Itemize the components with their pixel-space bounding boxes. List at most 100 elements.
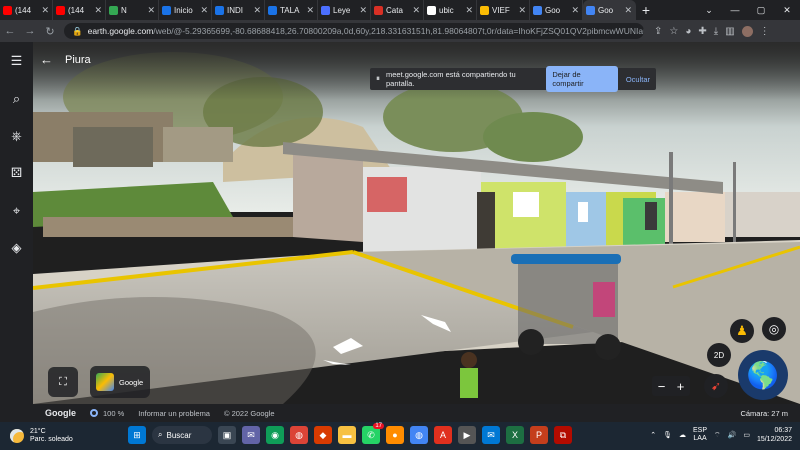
tray-chevron-icon[interactable]: ⌃ (650, 431, 656, 439)
compass-button[interactable]: ➹ (704, 374, 728, 398)
toolbar: ← → ↻ 🔒 earth.google.com /web/@-5.293656… (0, 20, 800, 42)
app-orange-icon[interactable]: ● (386, 426, 404, 444)
drive-icon (480, 5, 489, 15)
browser-tab[interactable]: Cata ✕ (371, 0, 424, 20)
tab-label: Leye (333, 5, 351, 15)
chrome-icon[interactable]: ◍ (290, 426, 308, 444)
view-2d-button[interactable]: 2D (707, 343, 731, 367)
browser-tab[interactable]: Goo ✕ (530, 0, 583, 20)
my-location-button[interactable]: ◎ (762, 317, 786, 341)
language-indicator[interactable]: ESP LAA (693, 427, 707, 443)
tab-label: ubic (439, 5, 454, 15)
tab-close-icon[interactable]: ✕ (41, 5, 49, 16)
new-tab-button[interactable]: + (636, 2, 656, 18)
browser-tab[interactable]: (144 ✕ (0, 0, 53, 20)
tab-close-icon[interactable]: ✕ (624, 5, 632, 16)
profile-avatar[interactable] (741, 25, 753, 37)
minimize-icon[interactable]: — (722, 0, 748, 20)
hide-banner-button[interactable]: Ocultar (626, 75, 650, 84)
menu-icon[interactable]: ☰ (8, 52, 25, 69)
tab-close-icon[interactable]: ✕ (412, 5, 420, 16)
weather-desc: Parc. soleado (30, 436, 73, 443)
fullscreen-exit-button[interactable]: ⛶ (48, 367, 78, 397)
chrome-active-icon[interactable]: ◍ (410, 426, 428, 444)
forward-icon[interactable]: → (20, 25, 40, 37)
tab-label: Goo (598, 5, 614, 15)
sidepanel-icon[interactable]: ▥ (725, 26, 734, 37)
powerpoint-icon[interactable]: P (530, 426, 548, 444)
mail-icon[interactable]: ✉ (482, 426, 500, 444)
pdf-reader-icon[interactable]: ⧉ (554, 426, 572, 444)
tab-close-icon[interactable]: ✕ (253, 5, 261, 16)
tab-close-icon[interactable]: ✕ (518, 5, 526, 16)
browser-tab[interactable]: INDI ✕ (212, 0, 265, 20)
clock[interactable]: 06:37 15/12/2022 (757, 426, 792, 444)
tab-close-icon[interactable]: ✕ (359, 5, 367, 16)
layers-icon[interactable]: ◈ (8, 239, 25, 256)
excel-icon[interactable]: X (506, 426, 524, 444)
browser-tab[interactable]: VIEF ✕ (477, 0, 530, 20)
office-icon[interactable]: ◆ (314, 426, 332, 444)
search-glass-icon: ⌕ (158, 430, 163, 439)
bookmark-star-icon[interactable]: ☆ (669, 26, 678, 37)
close-window-icon[interactable]: ✕ (774, 0, 800, 20)
search-icon[interactable]: ⌕ (8, 90, 25, 107)
media-player-icon[interactable]: ▶ (458, 426, 476, 444)
browser-tab[interactable]: Goo ✕ (583, 0, 636, 20)
pegman-button[interactable]: ♟ (730, 319, 754, 343)
browser-tab[interactable]: Leye ✕ (318, 0, 371, 20)
zoom-in-button[interactable]: + (677, 379, 685, 394)
places-pin-icon[interactable]: ⌖ (8, 202, 25, 219)
tab-close-icon[interactable]: ✕ (306, 5, 314, 16)
back-arrow-icon[interactable]: ← (40, 52, 53, 67)
mini-globe[interactable]: 🌎 (738, 350, 788, 400)
weather-widget[interactable]: 21°C Parc. soleado (10, 428, 73, 444)
volume-icon[interactable]: 🔊 (728, 431, 737, 439)
taskbar-search[interactable]: ⌕ Buscar (152, 426, 212, 444)
teams-chat-icon[interactable]: ✉ (242, 426, 260, 444)
address-bar[interactable]: 🔒 earth.google.com /web/@-5.29365699,-80… (64, 23, 644, 39)
tab-close-icon[interactable]: ✕ (94, 5, 102, 16)
feeling-lucky-dice-icon[interactable]: ⚄ (8, 164, 25, 181)
whatsapp-icon[interactable]: ✆ 17 (362, 423, 384, 444)
browser-tab[interactable]: (144 ✕ (53, 0, 106, 20)
tab-close-icon[interactable]: ✕ (465, 5, 473, 16)
wifi-icon[interactable]: ⌔ (714, 431, 721, 440)
tab-strip: (144 ✕ (144 ✕ N ✕ Inicio ✕ INDI ✕ TALA ✕ Leye ✕ Cata ✕ u… (0, 0, 800, 20)
report-problem-link[interactable]: Informar un problema (138, 409, 210, 418)
mic-icon[interactable]: 🎙 (663, 431, 672, 439)
acrobat-a-icon[interactable]: A (434, 426, 452, 444)
map-style-button[interactable]: Google (90, 366, 150, 398)
tab-close-icon[interactable]: ✕ (200, 5, 208, 16)
photos-icon[interactable]: ◉ (266, 426, 284, 444)
battery-icon[interactable]: ▭ (743, 431, 750, 439)
tab-close-icon[interactable]: ✕ (571, 5, 579, 16)
browser-tab[interactable]: Inicio ✕ (159, 0, 212, 20)
browser-tab[interactable]: ubic ✕ (424, 0, 477, 20)
tab-close-icon[interactable]: ✕ (147, 5, 155, 16)
extension-avatar-icon[interactable]: ◕ (685, 26, 691, 37)
back-icon[interactable]: ← (0, 25, 20, 37)
zoom-out-button[interactable]: − (658, 379, 666, 394)
browser-tab[interactable]: N ✕ (106, 0, 159, 20)
stop-sharing-button[interactable]: Dejar de compartir (546, 66, 618, 92)
lang-top: ESP (693, 427, 708, 434)
share-icon[interactable]: ⇪ (654, 26, 662, 37)
download-icon[interactable]: ⤓ (714, 26, 718, 37)
cloud-icon[interactable]: ☁ (679, 431, 686, 439)
maximize-icon[interactable]: ▢ (748, 0, 774, 20)
menu-kebab-icon[interactable]: ⋮ (760, 26, 770, 37)
task-view-icon[interactable]: ▣ (218, 426, 236, 444)
start-windows-icon[interactable]: ⊞ (128, 426, 146, 444)
voyager-icon[interactable]: ⎈ (8, 127, 25, 144)
camera-altitude: Cámara: 27 m (740, 408, 788, 418)
lang-bottom: LAA (693, 435, 707, 442)
tab-label: N (121, 5, 127, 15)
extensions-puzzle-icon[interactable]: ✚ (698, 26, 706, 37)
pdf-icon (374, 5, 383, 15)
reload-icon[interactable]: ↻ (40, 25, 60, 38)
tab-search-icon[interactable]: ⌄ (696, 0, 722, 20)
file-explorer-icon[interactable]: ▬ (338, 426, 356, 444)
system-tray: ⌃ 🎙 ☁ ESP LAA ⌔ 🔊 ▭ 06:37 15/12/2022 (650, 426, 792, 444)
browser-tab[interactable]: TALA ✕ (265, 0, 318, 20)
